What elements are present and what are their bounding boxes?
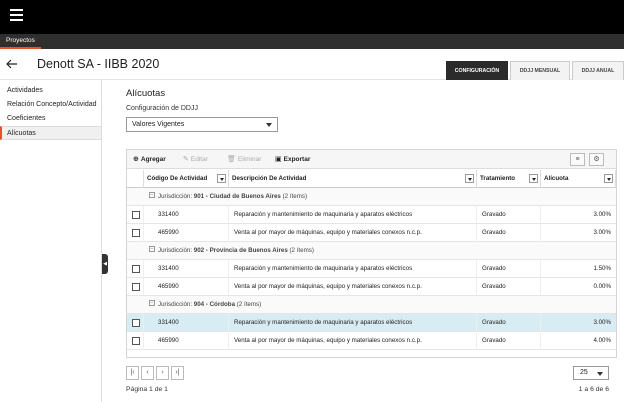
gear-icon[interactable]: ⚙	[589, 153, 604, 166]
header-alicuota[interactable]: Alícuota	[541, 170, 616, 188]
config-label: Configuración de DDJJ	[126, 105, 198, 112]
tab-ddjj-mensual[interactable]: DDJJ MENSUAL	[510, 61, 570, 80]
nav-bar: Proyectos	[0, 34, 624, 49]
sidebar-item-coeficientes[interactable]: Coeficientes	[0, 112, 101, 126]
top-bar	[0, 0, 624, 34]
columns-icon[interactable]: ≡	[570, 153, 585, 166]
row-checkbox[interactable]	[132, 319, 140, 327]
edit-icon: ✎	[183, 156, 189, 163]
export-icon: ▣	[275, 156, 282, 163]
range-info: 1 a 6 de 6	[578, 386, 609, 393]
export-button[interactable]: ▣ Exportar	[275, 155, 310, 164]
sidebar: Actividades Relación Concepto/Actividad …	[0, 80, 102, 402]
hamburger-menu-icon[interactable]	[10, 9, 23, 21]
section-title: Alícuotas	[126, 88, 166, 99]
table-row[interactable]: 465990 Venta al por mayor de máquinas, e…	[127, 332, 616, 350]
page-tabs: CONFIGURACIÓN DDJJ MENSUAL DDJJ ANUAL	[446, 61, 624, 80]
row-checkbox[interactable]	[132, 211, 140, 219]
page-title: Denott SA - IIBB 2020	[37, 57, 160, 71]
table-row[interactable]: 331400 Reparación y mantenimiento de maq…	[127, 206, 616, 224]
last-page-icon[interactable]: ›|	[171, 366, 184, 380]
row-checkbox[interactable]	[132, 337, 140, 345]
group-row[interactable]: − Jurisdicción: 901 - Ciudad de Buenos Ai…	[127, 188, 616, 206]
table-row[interactable]: 465990 Venta al por mayor de máquinas, e…	[127, 224, 616, 242]
main-content: Alícuotas Configuración de DDJJ Valores …	[108, 80, 624, 402]
sidebar-item-relacion-concepto[interactable]: Relación Concepto/Actividad	[0, 98, 101, 112]
prev-page-icon[interactable]: ‹	[141, 366, 154, 380]
next-page-icon[interactable]: ›	[156, 366, 169, 380]
header-select-col	[127, 170, 144, 188]
add-button[interactable]: ⊕ Agregar	[133, 155, 166, 164]
edit-button[interactable]: ✎ Editar	[183, 155, 208, 164]
nav-tab-proyectos[interactable]: Proyectos	[0, 34, 41, 49]
header-tratamiento[interactable]: Tratamiento	[477, 170, 541, 188]
first-page-icon[interactable]: |‹	[126, 366, 139, 380]
sidebar-item-alicuotas[interactable]: Alícuotas	[0, 126, 101, 140]
table-row-selected[interactable]: 331400 Reparación y mantenimiento de maq…	[127, 314, 616, 332]
delete-icon: 🗑	[227, 156, 236, 163]
page-info: Página 1 de 1	[126, 386, 168, 393]
collapse-group-icon[interactable]: −	[149, 192, 155, 199]
delete-button[interactable]: 🗑 Eliminar	[227, 155, 261, 164]
table-row[interactable]: 331400 Reparación y mantenimiento de maq…	[127, 260, 616, 278]
page-size-select[interactable]: 25	[573, 366, 609, 380]
alicuotas-grid: ⊕ Agregar ✎ Editar 🗑 Eliminar ▣ Exportar ≡ ⚙…	[126, 149, 617, 358]
grid-toolbar: ⊕ Agregar ✎ Editar 🗑 Eliminar ▣ Exportar ≡ ⚙	[127, 150, 616, 169]
collapse-group-icon[interactable]: −	[149, 246, 155, 253]
sidebar-item-actividades[interactable]: Actividades	[0, 84, 101, 98]
column-menu-icon[interactable]	[604, 174, 613, 183]
column-menu-icon[interactable]	[465, 174, 474, 183]
group-row[interactable]: − Jurisdicción: 904 - Córdoba (2 ítems)	[127, 296, 616, 314]
add-icon: ⊕	[133, 156, 139, 163]
config-select[interactable]: Valores Vigentes	[126, 117, 278, 132]
table-row[interactable]: 465990 Venta al por mayor de máquinas, e…	[127, 278, 616, 296]
chevron-down-icon	[597, 372, 603, 376]
title-bar: Denott SA - IIBB 2020 CONFIGURACIÓN DDJJ…	[0, 49, 624, 80]
grid-header: Código De Actividad Descripción De Activ…	[127, 170, 616, 188]
back-arrow-icon[interactable]	[6, 59, 18, 69]
tab-ddjj-anual[interactable]: DDJJ ANUAL	[572, 61, 624, 80]
row-checkbox[interactable]	[132, 229, 140, 237]
row-checkbox[interactable]	[132, 283, 140, 291]
row-checkbox[interactable]	[132, 265, 140, 273]
column-menu-icon[interactable]	[529, 174, 538, 183]
chevron-down-icon	[266, 123, 272, 127]
header-descripcion[interactable]: Descripción De Actividad	[229, 170, 477, 188]
group-row[interactable]: − Jurisdicción: 902 - Provincia de Buenos…	[127, 242, 616, 260]
header-codigo[interactable]: Código De Actividad	[144, 170, 229, 188]
config-select-value: Valores Vigentes	[132, 121, 185, 128]
column-menu-icon[interactable]	[217, 174, 226, 183]
collapse-group-icon[interactable]: −	[149, 300, 155, 307]
tab-configuracion[interactable]: CONFIGURACIÓN	[446, 61, 508, 80]
